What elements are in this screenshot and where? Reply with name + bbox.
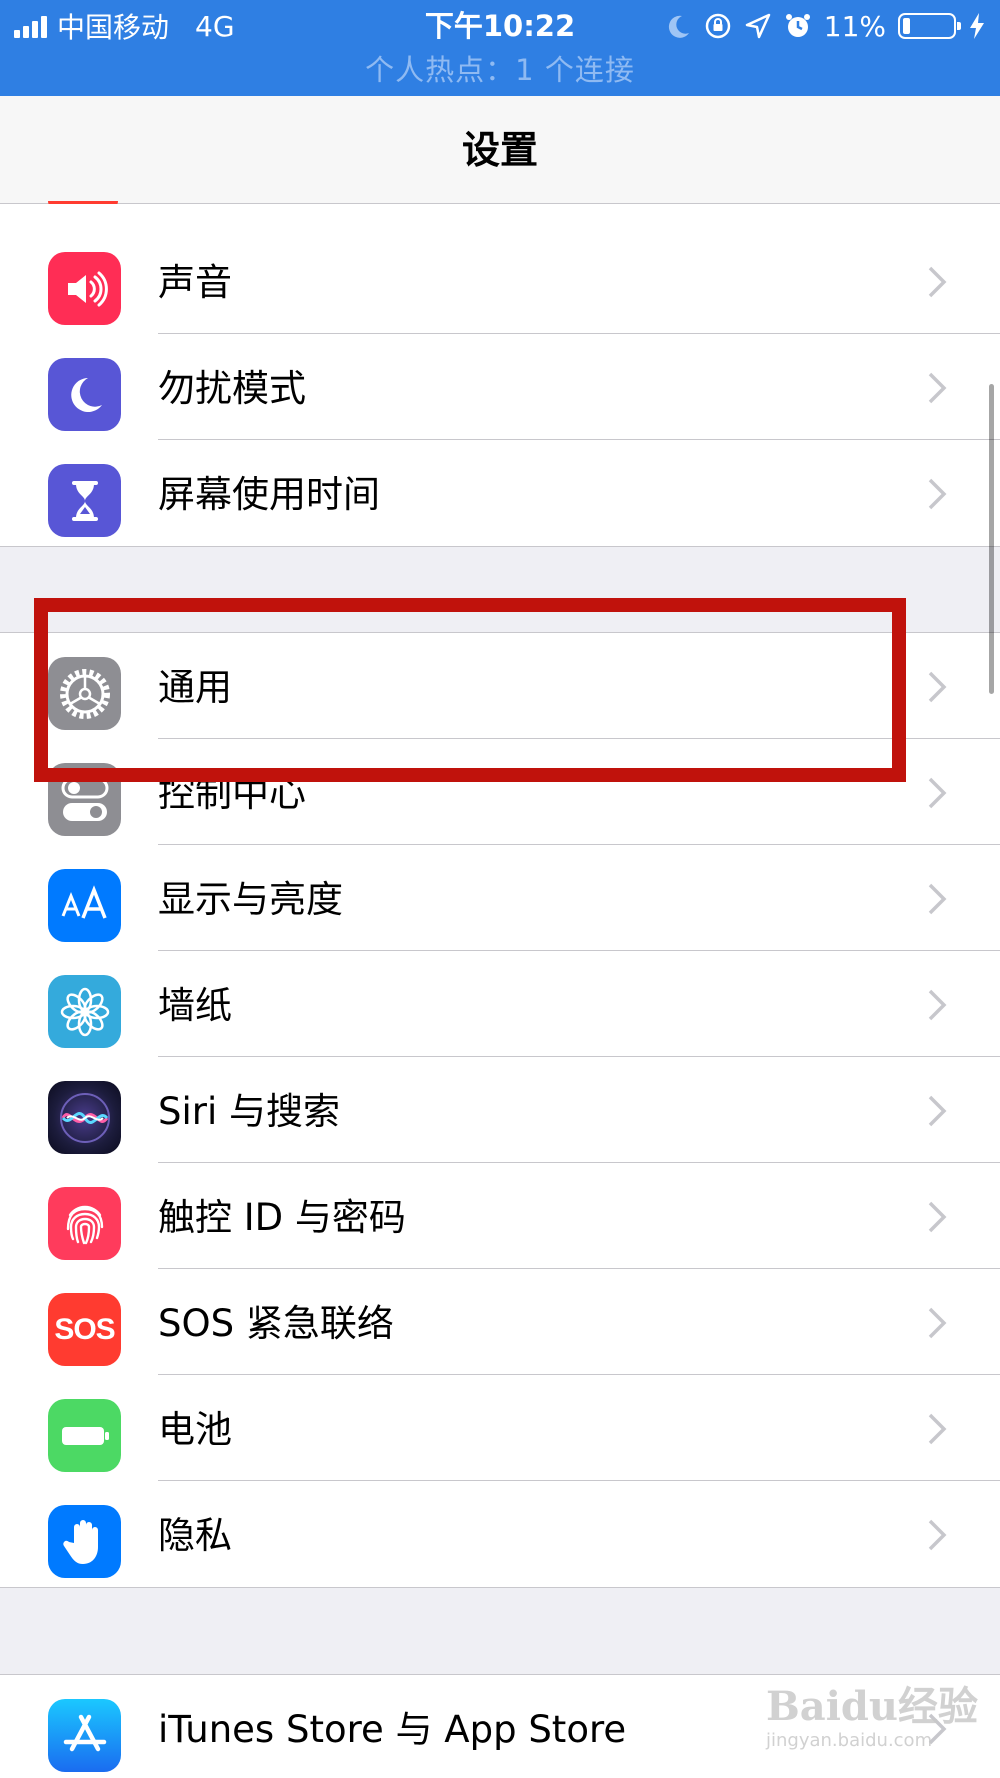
charging-icon xyxy=(970,13,984,39)
row-label: Siri 与搜索 xyxy=(158,1090,341,1133)
settings-row-display[interactable]: 显示与亮度 xyxy=(0,845,1000,951)
battery-icon xyxy=(898,13,961,39)
sos-icon: SOS xyxy=(48,1293,121,1366)
row-label: 显示与亮度 xyxy=(158,878,343,921)
navigation-bar: 设置 xyxy=(0,96,1000,204)
chevron-right-icon xyxy=(928,372,947,404)
text-size-icon xyxy=(48,869,121,942)
row-label: 电池 xyxy=(158,1408,232,1451)
battery-fill xyxy=(903,18,910,34)
fingerprint-icon xyxy=(48,1187,121,1260)
alarm-icon xyxy=(785,14,810,37)
settings-group-2: 通用 控制中心 显示与亮度 墙纸 Siri 与搜索 触控 ID 与密码 SOS … xyxy=(0,632,1000,1588)
moon-icon xyxy=(668,15,689,38)
flower-icon xyxy=(48,975,121,1048)
siri-icon xyxy=(48,1081,121,1154)
row-label: 通用 xyxy=(158,666,232,709)
watermark: Baidu经验 jingyan.baidu.com xyxy=(766,1668,978,1768)
row-label: 触控 ID 与密码 xyxy=(158,1196,406,1239)
orientation-lock-icon xyxy=(705,13,731,39)
chevron-right-icon xyxy=(928,1307,947,1339)
toggle-icon xyxy=(48,763,121,836)
battery-icon xyxy=(48,1399,121,1472)
row-label: 墙纸 xyxy=(158,984,232,1027)
row-label: 屏幕使用时间 xyxy=(158,473,380,516)
chevron-right-icon xyxy=(928,671,947,703)
chevron-right-icon xyxy=(928,883,947,915)
settings-row-do-not-disturb[interactable]: 勿扰模式 xyxy=(0,334,1000,440)
settings-row-battery[interactable]: 电池 xyxy=(0,1375,1000,1481)
row-label: 隐私 xyxy=(158,1514,232,1557)
settings-row-touch-id[interactable]: 触控 ID 与密码 xyxy=(0,1163,1000,1269)
chevron-right-icon xyxy=(928,777,947,809)
row-label: 控制中心 xyxy=(158,772,306,815)
page-title: 设置 xyxy=(461,128,538,172)
status-bar: 中国移动 4G 下午10:22 11% 个人热点：1 个连接 xyxy=(0,0,1000,96)
row-label: 勿扰模式 xyxy=(158,367,306,410)
sos-icon-text: SOS xyxy=(54,1312,115,1346)
settings-row-control-center[interactable]: 控制中心 xyxy=(0,739,1000,845)
row-label: SOS 紧急联络 xyxy=(158,1302,394,1345)
battery-percent: 11% xyxy=(823,9,886,43)
chevron-right-icon xyxy=(928,478,947,510)
row-label: iTunes Store 与 App Store xyxy=(158,1708,627,1751)
chevron-right-icon xyxy=(928,1095,947,1127)
sound-icon xyxy=(48,252,121,325)
settings-row-general[interactable]: 通用 xyxy=(0,633,1000,739)
chevron-right-icon xyxy=(928,266,947,298)
settings-row-screen-time[interactable]: 屏幕使用时间 xyxy=(0,440,1000,546)
chevron-right-icon xyxy=(928,1519,947,1551)
location-icon xyxy=(745,13,771,39)
gear-icon xyxy=(48,657,121,730)
hand-icon xyxy=(48,1505,121,1578)
hotspot-banner[interactable]: 个人热点：1 个连接 xyxy=(0,50,1000,90)
chevron-right-icon xyxy=(928,1413,947,1445)
settings-group-1: 声音 勿扰模式 屏幕使用时间 xyxy=(0,204,1000,547)
chevron-right-icon xyxy=(928,1201,947,1233)
settings-row-wallpaper[interactable]: 墙纸 xyxy=(0,951,1000,1057)
app-store-icon xyxy=(48,1699,121,1772)
watermark-url: jingyan.baidu.com xyxy=(766,1730,933,1751)
status-right: 11% xyxy=(664,6,986,46)
settings-row-sounds[interactable]: 声音 xyxy=(0,228,1000,334)
moon-icon xyxy=(48,358,121,431)
watermark-logo-text: Baidu经验 xyxy=(766,1683,978,1730)
hourglass-icon xyxy=(48,464,121,537)
settings-row-siri[interactable]: Siri 与搜索 xyxy=(0,1057,1000,1163)
scroll-indicator xyxy=(989,384,994,694)
settings-row-emergency-sos[interactable]: SOS SOS 紧急联络 xyxy=(0,1269,1000,1375)
row-label: 声音 xyxy=(158,261,232,304)
chevron-right-icon xyxy=(928,989,947,1021)
settings-row-privacy[interactable]: 隐私 xyxy=(0,1481,1000,1587)
